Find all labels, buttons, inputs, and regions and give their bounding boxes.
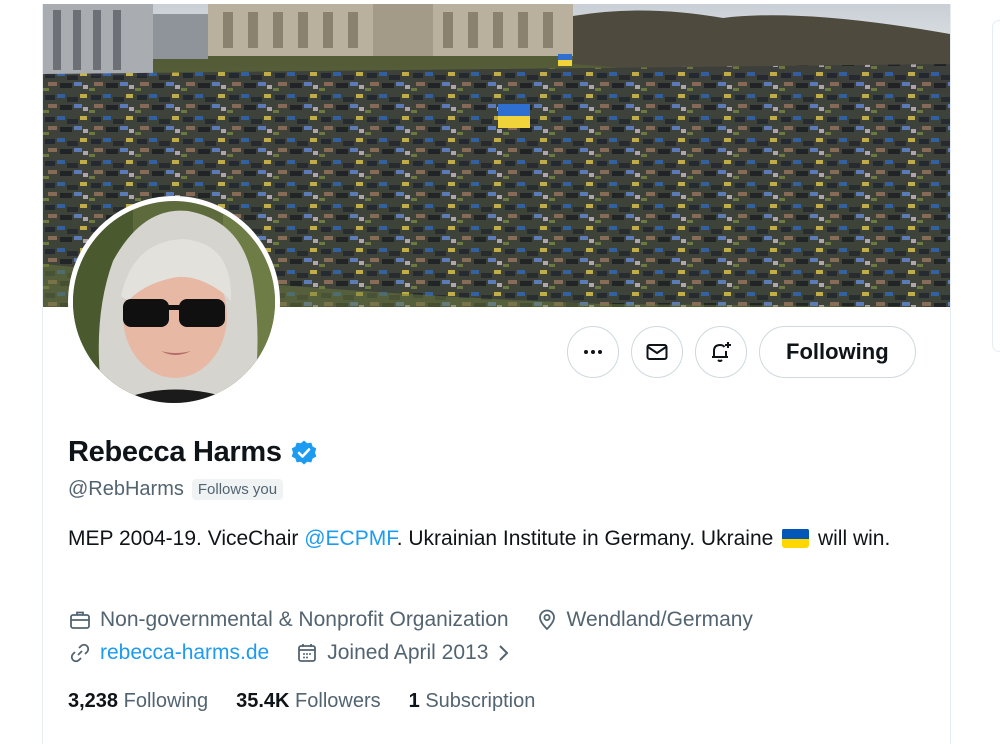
follows-you-badge: Follows you	[191, 479, 284, 500]
profile-avatar[interactable]	[68, 196, 280, 408]
website-link[interactable]: rebecca-harms.de	[100, 641, 269, 665]
profile-handle: @RebHarms	[68, 478, 184, 500]
profile-name: Rebecca Harms	[68, 436, 282, 468]
briefcase-icon	[70, 611, 90, 629]
subscriptions-label: Subscription	[425, 690, 536, 712]
profile-actions: Following	[567, 326, 916, 382]
location-text: Wendland/Germany	[566, 608, 753, 631]
bio-text-start: MEP 2004-19. ViceChair	[68, 527, 305, 550]
avatar-photo	[73, 201, 275, 403]
category-item: Non-governmental & Nonprofit Organizatio…	[68, 608, 509, 632]
chevron-right-icon	[499, 645, 509, 661]
bio-mention-link[interactable]: @ECPMF	[304, 527, 397, 550]
profile-card: Following Rebecca Harms @RebHarms Follow…	[42, 4, 951, 744]
profile-meta-row-2: rebecca-harms.de Joined April 2013	[68, 641, 538, 665]
envelope-icon	[646, 344, 668, 360]
more-button[interactable]	[567, 326, 619, 378]
followers-stat[interactable]: 35.4K Followers	[236, 690, 381, 713]
location-pin-icon	[538, 609, 555, 631]
following-count: 3,238	[68, 690, 119, 712]
followers-label: Followers	[295, 690, 381, 712]
profile-handle-row: @RebHarms Follows you	[68, 478, 284, 501]
website-item: rebecca-harms.de	[68, 641, 269, 665]
followers-count: 35.4K	[236, 690, 290, 712]
category-text: Non-governmental & Nonprofit Organizatio…	[100, 608, 509, 631]
calendar-icon	[298, 644, 317, 662]
bell-plus-icon	[712, 342, 731, 362]
location-item: Wendland/Germany	[535, 608, 753, 632]
profile-meta-row-1: Non-governmental & Nonprofit Organizatio…	[68, 608, 779, 632]
subscriptions-count: 1	[408, 690, 420, 712]
notify-button[interactable]	[695, 326, 747, 378]
joined-item[interactable]: Joined April 2013	[295, 641, 512, 665]
bio-text-middle: . Ukrainian Institute in Germany. Ukrain…	[396, 527, 780, 550]
joined-text: Joined April 2013	[327, 641, 489, 664]
adjacent-panel-edge	[992, 20, 1000, 352]
profile-bio: MEP 2004-19. ViceChair @ECPMF. Ukrainian…	[68, 524, 938, 554]
verified-badge-icon[interactable]	[290, 439, 318, 467]
more-icon	[584, 350, 602, 354]
ukraine-flag-icon	[782, 528, 810, 548]
bio-text-end: will win.	[812, 527, 891, 550]
profile-stats: 3,238 Following 35.4K Followers 1 Subscr…	[68, 690, 535, 713]
profile-name-row: Rebecca Harms	[68, 436, 318, 469]
link-icon	[70, 643, 90, 663]
following-stat[interactable]: 3,238 Following	[68, 690, 208, 713]
following-label: Following	[123, 690, 209, 712]
message-button[interactable]	[631, 326, 683, 378]
following-button[interactable]: Following	[759, 326, 916, 378]
subscriptions-stat[interactable]: 1 Subscription	[409, 690, 536, 713]
